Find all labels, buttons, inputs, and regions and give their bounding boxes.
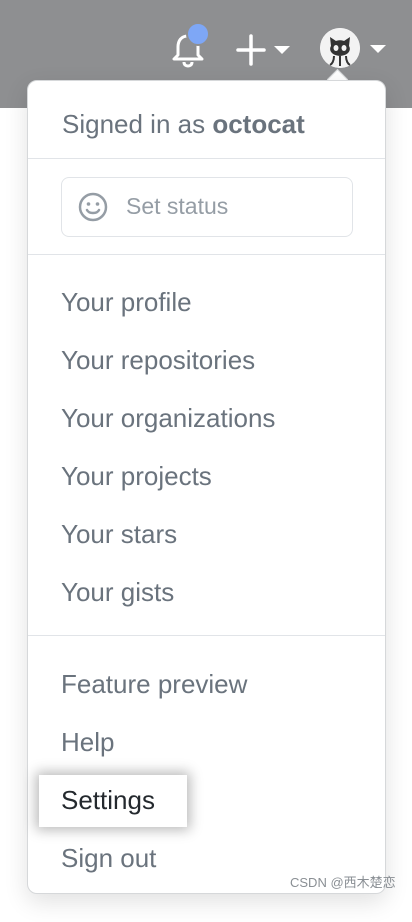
divider [28,158,385,159]
set-status-label: Set status [126,193,229,219]
menu-item-your-gists[interactable]: Your gists [61,577,174,608]
smiley-icon [78,192,108,222]
menu-item-your-organizations[interactable]: Your organizations [61,403,275,434]
set-status-button[interactable]: Set status [61,177,353,237]
signed-in-label: Signed in as octocat [62,109,305,140]
divider [28,635,385,636]
plus-icon [236,34,290,66]
menu-item-your-projects[interactable]: Your projects [61,461,212,492]
menu-item-your-profile[interactable]: Your profile [61,287,192,318]
chevron-down-icon [274,46,290,54]
divider [28,254,385,255]
menu-item-your-repositories[interactable]: Your repositories [61,345,255,376]
user-menu-button[interactable] [318,26,390,72]
octocat-icon [320,28,360,68]
settings-label: Settings [61,785,155,815]
avatar [320,28,360,68]
chevron-down-icon [370,45,386,53]
user-dropdown-menu: Signed in as octocat Set status Your pro… [27,80,386,894]
watermark: CSDN @西木楚恋 [290,875,396,890]
username: octocat [212,109,305,139]
menu-item-settings[interactable]: Settings [39,775,187,827]
menu-item-sign-out[interactable]: Sign out [61,843,156,874]
menu-item-feature-preview[interactable]: Feature preview [61,669,247,700]
menu-item-help[interactable]: Help [61,727,114,758]
menu-item-your-stars[interactable]: Your stars [61,519,177,550]
create-new-button[interactable] [236,32,296,68]
signed-in-prefix: Signed in as [62,109,206,139]
notification-indicator [186,22,210,46]
